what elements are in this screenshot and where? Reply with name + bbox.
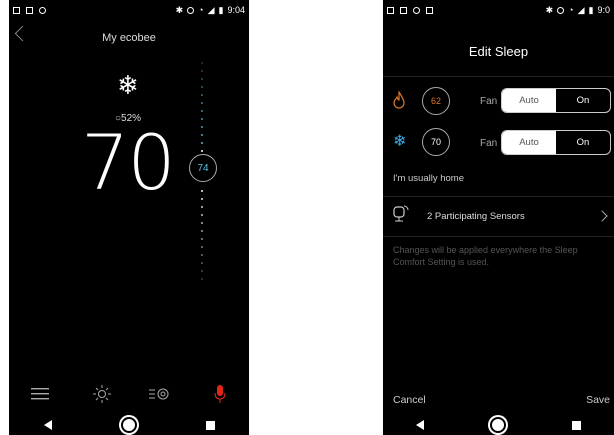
- alarm-icon: ◔: [568, 5, 574, 15]
- slider-dot: [201, 102, 203, 104]
- cool-row: ❄ 70 Fan Auto On: [383, 128, 614, 158]
- home-nav-icon[interactable]: [490, 417, 506, 433]
- phone-thermostat-screen: ✱ ◔ ◢ ▮ 9:04 My ecobee ❄ ○52% 70 74: [9, 0, 249, 435]
- microphone-icon[interactable]: [205, 382, 235, 406]
- slider-dot: [201, 78, 203, 80]
- save-button[interactable]: Save: [586, 394, 610, 406]
- slider-dot: [201, 254, 203, 256]
- recents-nav-icon[interactable]: [205, 420, 215, 430]
- current-temperature: 70: [81, 118, 176, 207]
- page-title: My ecobee: [102, 32, 156, 44]
- slider-dot: [201, 118, 203, 120]
- divider: [383, 196, 614, 197]
- cancel-button[interactable]: Cancel: [393, 394, 426, 406]
- sync-icon: [413, 6, 420, 14]
- heat-fan-toggle: Auto On: [501, 88, 611, 113]
- slider-dot: [201, 238, 203, 240]
- heat-row: 62 Fan Auto On: [383, 86, 614, 116]
- slider-dot: [201, 86, 203, 88]
- back-nav-icon[interactable]: [43, 420, 52, 430]
- cool-setpoint-button[interactable]: 70: [422, 128, 450, 156]
- divider: [383, 76, 614, 77]
- recents-nav-icon[interactable]: [572, 420, 581, 430]
- slider-dot: [201, 198, 203, 200]
- battery-icon: ▮: [588, 4, 594, 15]
- cool-fan-toggle: Auto On: [501, 130, 611, 155]
- setpoint-handle[interactable]: 74: [189, 154, 217, 182]
- slider-dot: [201, 70, 203, 72]
- bluetooth-icon: ✱: [545, 4, 554, 15]
- sensor-icon: [393, 205, 409, 222]
- snowflake-icon: ❄: [393, 133, 407, 150]
- usually-home-label[interactable]: I'm usually home: [393, 173, 464, 184]
- dnd-icon: [187, 6, 195, 14]
- page-title: Edit Sleep: [468, 44, 529, 59]
- slider-dot: [201, 222, 203, 224]
- dnd-icon: [557, 6, 565, 14]
- battery-icon: ▮: [218, 4, 224, 15]
- snowflake-icon: ❄: [117, 70, 139, 100]
- phone-edit-sleep-screen: ✱ ◔ ◢ ▮ 9:0 Edit Sleep 62 Fan Auto On ❄ …: [383, 0, 614, 435]
- slider-dot: [201, 230, 203, 232]
- slider-dot: [201, 270, 203, 272]
- sync-icon: [39, 6, 46, 14]
- menu-icon[interactable]: [25, 382, 55, 406]
- notification-icon: [26, 6, 33, 14]
- slider-dot: [201, 246, 203, 248]
- fan-auto-option[interactable]: Auto: [502, 89, 556, 112]
- fan-label: Fan: [480, 138, 498, 149]
- slider-dot: [201, 62, 203, 64]
- slider-dot: [201, 142, 203, 144]
- slider-dot: [201, 134, 203, 136]
- fan-auto-option[interactable]: Auto: [502, 131, 556, 154]
- participating-sensors-row[interactable]: 2 Participating Sensors: [427, 211, 525, 222]
- calendar-icon: [387, 6, 394, 14]
- clock-time: 9:04: [227, 5, 245, 15]
- slider-dot: [201, 278, 203, 280]
- fan-on-option[interactable]: On: [556, 131, 610, 154]
- slider-dot: [201, 262, 203, 264]
- signal-icon: ◢: [577, 4, 585, 15]
- android-nav-bar: [9, 415, 249, 435]
- slider-dot: [201, 206, 203, 208]
- info-note: Changes will be applied everywhere the S…: [393, 245, 578, 267]
- flame-icon: [393, 89, 405, 114]
- android-nav-bar: [383, 415, 614, 435]
- sun-icon[interactable]: [87, 382, 117, 406]
- fan-label: Fan: [480, 96, 498, 107]
- signal-icon: ◢: [207, 4, 215, 15]
- slider-dot: [201, 214, 203, 216]
- heat-setpoint-button[interactable]: 62: [422, 87, 450, 115]
- alarm-icon: ◔: [198, 5, 204, 15]
- calendar-icon: [13, 6, 20, 14]
- image-icon: [426, 6, 433, 14]
- home-nav-icon[interactable]: [120, 417, 137, 433]
- slider-dot: [201, 94, 203, 96]
- slider-dot: [201, 190, 203, 192]
- back-nav-icon[interactable]: [416, 420, 424, 430]
- chevron-right-icon[interactable]: [596, 210, 608, 222]
- divider: [383, 236, 614, 237]
- fan-on-option[interactable]: On: [556, 89, 610, 112]
- notification-icon: [400, 6, 407, 14]
- bottom-toolbar: [9, 382, 249, 406]
- slider-dot: [201, 150, 203, 152]
- bluetooth-icon: ✱: [175, 4, 184, 15]
- slider-dot: [201, 126, 203, 128]
- status-bar: ✱ ◔ ◢ ▮ 9:0: [383, 0, 614, 20]
- clock-time: 9:0: [597, 5, 610, 15]
- status-bar: ✱ ◔ ◢ ▮ 9:04: [9, 0, 249, 20]
- settings-icon[interactable]: [145, 382, 175, 406]
- slider-dot: [201, 110, 203, 112]
